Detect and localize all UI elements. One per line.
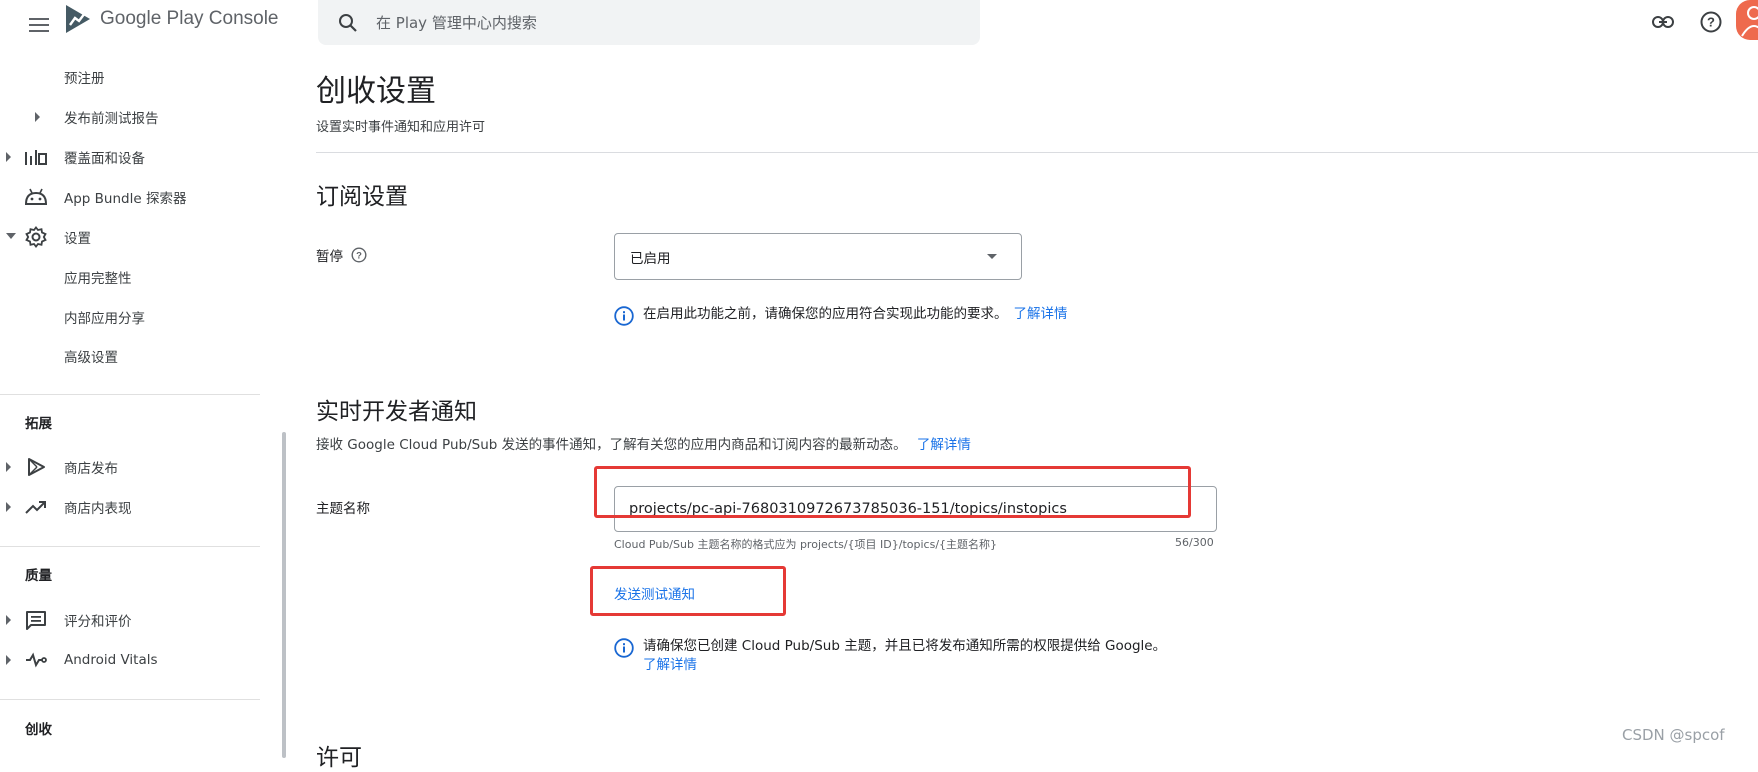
sidebar-item-ratings-reviews[interactable]: 评分和评价 — [0, 603, 260, 637]
help-circle-icon[interactable]: ? — [351, 247, 367, 263]
menu-button[interactable] — [24, 10, 54, 40]
topic-helper-text: Cloud Pub/Sub 主题名称的格式应为 projects/{项目 ID}… — [614, 538, 998, 551]
pause-label-text: 暂停 — [316, 249, 343, 265]
sidebar-item-label: 商店内表现 — [64, 501, 132, 517]
expand-arrow-icon — [34, 111, 44, 123]
sidebar-section-quality: 质量 — [25, 568, 52, 584]
android-icon — [24, 186, 48, 208]
header-divider — [316, 152, 1758, 153]
rtdn-learn-more-link[interactable]: 了解详情 — [917, 437, 971, 453]
play-icon — [24, 456, 48, 478]
sidebar-item-label: 评分和评价 — [64, 614, 132, 630]
info-icon — [614, 306, 634, 326]
logo-text: Google Play Console — [100, 8, 279, 29]
trending-up-icon — [24, 496, 48, 518]
rtdn-info: 请确保您已创建 Cloud Pub/Sub 主题，并且已将发布通知所需的权限提供… — [614, 637, 1166, 675]
pause-select[interactable]: 已启用 — [614, 233, 1022, 280]
pause-select-value: 已启用 — [630, 250, 671, 267]
svg-text:?: ? — [356, 251, 362, 262]
sidebar-item-label: 预注册 — [64, 71, 105, 87]
search-icon — [338, 13, 358, 33]
avatar[interactable] — [1736, 0, 1758, 40]
link-icon — [1652, 16, 1674, 28]
highlight-box-topic — [594, 466, 1191, 518]
reviews-icon — [24, 609, 48, 631]
sidebar-item-label: 设置 — [64, 231, 91, 247]
sidebar-item-advanced-settings[interactable]: 高级设置 — [0, 339, 260, 373]
play-console-logo[interactable]: Google Play Console — [64, 3, 279, 35]
sidebar-item-label: 商店发布 — [64, 461, 118, 477]
sidebar-divider — [0, 699, 260, 700]
license-heading: 许可 — [316, 745, 362, 771]
subscription-info-text: 在启用此功能之前，请确保您的应用符合实现此功能的要求。 — [643, 306, 1008, 322]
topic-char-count: 56/300 — [1175, 536, 1214, 549]
sidebar-scrollbar[interactable] — [282, 432, 286, 758]
sidebar-item-label: 覆盖面和设备 — [64, 151, 145, 167]
bar-chart-icon — [24, 146, 48, 168]
learn-more-link[interactable]: 了解详情 — [1014, 305, 1068, 324]
rtdn-info-learn-more-link[interactable]: 了解详情 — [643, 656, 1166, 675]
rtdn-heading: 实时开发者通知 — [316, 399, 477, 425]
sidebar-item-store-presence[interactable]: 商店发布 — [0, 450, 260, 484]
sidebar-section-monetize[interactable]: 创收 — [25, 718, 52, 738]
search-bar[interactable] — [318, 0, 980, 45]
sidebar-section-grow: 拓展 — [25, 416, 52, 432]
sidebar-item-android-vitals[interactable]: Android Vitals — [0, 643, 260, 677]
sidebar-item-app-bundle-explorer[interactable]: App Bundle 探索器 — [0, 180, 260, 214]
subscription-settings-heading: 订阅设置 — [316, 184, 408, 210]
sidebar-item-reach-devices[interactable]: 覆盖面和设备 — [0, 140, 260, 174]
dropdown-arrow-icon — [987, 254, 997, 259]
sidebar-item-label: 发布前测试报告 — [64, 111, 159, 127]
sidebar-item-internal-app-sharing[interactable]: 内部应用分享 — [0, 300, 260, 334]
vitals-icon — [24, 649, 48, 671]
expand-arrow-icon — [5, 151, 15, 163]
menu-icon — [29, 17, 49, 33]
expand-arrow-icon — [5, 614, 15, 626]
expand-arrow-icon — [5, 654, 15, 666]
play-console-logo-icon — [64, 3, 92, 35]
sidebar-item-label: Android Vitals — [64, 652, 158, 668]
sidebar-item-label: 应用完整性 — [64, 271, 132, 287]
sidebar-divider — [0, 394, 260, 395]
sidebar-item-label: 内部应用分享 — [64, 311, 145, 327]
sidebar-item-store-performance[interactable]: 商店内表现 — [0, 490, 260, 524]
sidebar-item-settings[interactable]: 设置 — [0, 220, 260, 254]
sidebar-item-label: App Bundle 探索器 — [64, 191, 187, 207]
page-title: 创收设置 — [316, 74, 436, 109]
info-icon — [614, 638, 634, 658]
collapse-arrow-icon — [5, 232, 16, 244]
highlight-box-send-test — [590, 566, 786, 616]
help-icon: ? — [1700, 11, 1722, 33]
sidebar-item-label: 高级设置 — [64, 350, 118, 366]
sidebar-divider — [0, 546, 260, 547]
rtdn-description-text: 接收 Google Cloud Pub/Sub 发送的事件通知，了解有关您的应用… — [316, 437, 907, 453]
svg-text:?: ? — [1707, 15, 1715, 30]
help-button[interactable]: ? — [1697, 8, 1725, 36]
subscription-info: 在启用此功能之前，请确保您的应用符合实现此功能的要求。 了解详情 — [614, 305, 1068, 326]
pause-field-label: 暂停 ? — [316, 245, 367, 265]
sidebar-item-pre-launch-report[interactable]: 发布前测试报告 — [0, 100, 260, 134]
rtdn-description: 接收 Google Cloud Pub/Sub 发送的事件通知，了解有关您的应用… — [316, 433, 971, 453]
copy-link-button[interactable] — [1649, 8, 1677, 36]
expand-arrow-icon — [5, 501, 15, 513]
topic-name-label: 主题名称 — [316, 501, 370, 517]
search-input[interactable] — [374, 6, 938, 39]
sidebar-item-pre-registration[interactable]: 预注册 — [0, 60, 260, 94]
watermark: CSDN @spcof — [1622, 726, 1725, 744]
gear-icon — [24, 226, 48, 248]
expand-arrow-icon — [5, 461, 15, 473]
page-subtitle: 设置实时事件通知和应用许可 — [316, 120, 486, 135]
rtdn-info-text: 请确保您已创建 Cloud Pub/Sub 主题，并且已将发布通知所需的权限提供… — [643, 638, 1167, 654]
sidebar-item-app-integrity[interactable]: 应用完整性 — [0, 260, 260, 294]
